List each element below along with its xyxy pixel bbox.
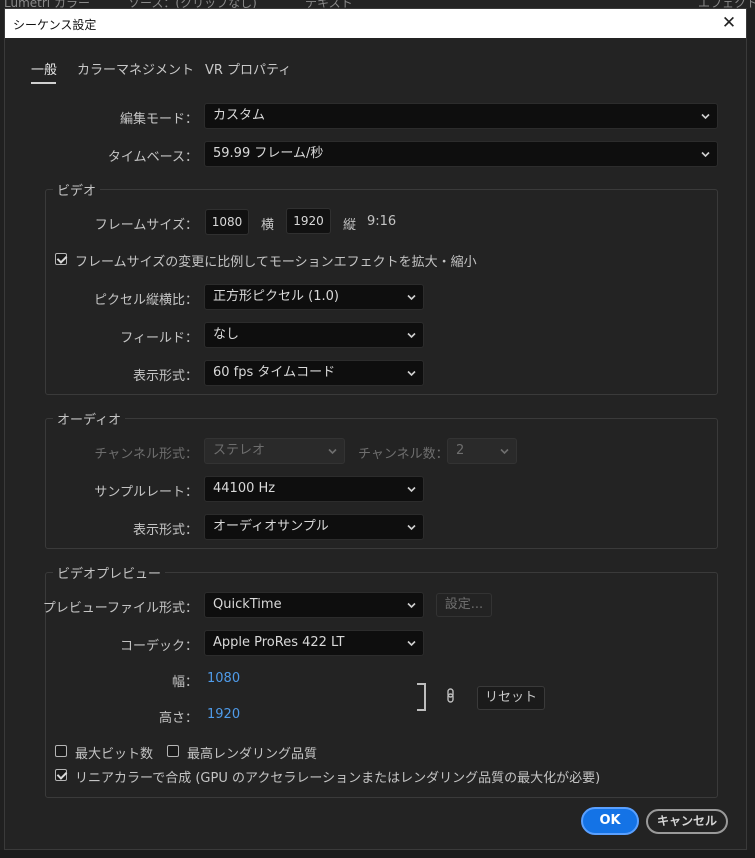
audio-display-format-value: オーディオサンプル	[213, 519, 329, 534]
chevron-down-icon	[407, 601, 416, 610]
tab-color-management[interactable]: カラーマネジメント	[77, 59, 194, 78]
sample-rate-value: 44100 Hz	[213, 481, 276, 496]
linear-color-label[interactable]: リニアカラーで合成 (GPU のアクセラレーションまたはレンダリング品質の最大化…	[75, 767, 600, 786]
max-bit-depth-checkbox[interactable]	[55, 745, 67, 757]
pixel-aspect-value: 正方形ピクセル (1.0)	[213, 289, 339, 304]
reset-button[interactable]: リセット	[477, 686, 545, 710]
video-preview-group-title: ビデオプレビュー	[53, 563, 166, 582]
ok-button[interactable]: OK	[581, 807, 639, 835]
frame-size-label: フレームサイズ：	[94, 218, 198, 233]
channel-count-value: 2	[456, 443, 465, 458]
chevron-down-icon	[407, 293, 416, 302]
chevron-down-icon	[701, 150, 710, 159]
pixel-aspect-select[interactable]: 正方形ピクセル (1.0)	[204, 284, 424, 310]
background-right-panel	[747, 10, 755, 858]
preview-height-label: 高さ：	[158, 711, 198, 726]
vertical-label: 縦	[343, 218, 357, 233]
frame-height-field[interactable]: 1920	[286, 208, 331, 234]
edit-mode-label: 編集モード：	[119, 112, 198, 127]
timebase-value: 59.99 フレーム/秒	[213, 146, 324, 161]
channel-format-label: チャンネル形式：	[94, 447, 198, 462]
background-bottom-edge	[0, 850, 755, 858]
video-display-format-select[interactable]: 60 fps タイムコード	[204, 360, 424, 386]
link-bracket	[417, 683, 426, 711]
max-render-quality-label[interactable]: 最高レンダリング品質	[187, 743, 317, 762]
codec-select[interactable]: Apple ProRes 422 LT	[204, 630, 424, 656]
sample-rate-select[interactable]: 44100 Hz	[204, 476, 424, 502]
edit-mode-value: カスタム	[213, 108, 266, 123]
preview-width-label: 幅：	[171, 675, 198, 690]
sample-rate-label: サンプルレート：	[94, 485, 198, 500]
scale-motion-label[interactable]: フレームサイズの変更に比例してモーションエフェクトを拡大・縮小	[75, 251, 477, 270]
link-icon[interactable]	[445, 687, 457, 705]
tab-general[interactable]: 一般	[31, 59, 57, 78]
dialog-title: シーケンス設定	[13, 18, 97, 32]
horizontal-label: 横	[261, 218, 275, 233]
preview-width-value[interactable]: 1080	[207, 671, 240, 686]
channel-format-select: ステレオ	[204, 438, 345, 464]
chevron-down-icon	[407, 369, 416, 378]
channel-count-select: 2	[447, 438, 517, 464]
fields-select[interactable]: なし	[204, 322, 424, 348]
video-group-title: ビデオ	[53, 180, 101, 199]
aspect-ratio-text: 9:16	[367, 214, 397, 229]
channel-count-label: チャンネル数：	[358, 447, 449, 462]
active-tab-indicator	[31, 82, 56, 84]
fields-label: フィールド：	[120, 331, 198, 346]
close-icon[interactable]: ✕	[718, 12, 740, 34]
preview-settings-button: 設定...	[436, 593, 492, 617]
chevron-down-icon	[407, 485, 416, 494]
audio-display-format-label: 表示形式：	[132, 523, 198, 538]
max-bit-depth-label[interactable]: 最大ビット数	[75, 743, 153, 762]
timebase-label: タイムベース：	[107, 150, 198, 165]
max-render-quality-checkbox[interactable]	[167, 745, 179, 757]
scale-motion-checkbox[interactable]	[55, 253, 67, 265]
sequence-settings-dialog: シーケンス設定 ✕ 一般 カラーマネジメント VR プロパティ 編集モード： カ…	[4, 8, 747, 850]
chevron-down-icon	[407, 331, 416, 340]
video-display-format-label: 表示形式：	[132, 369, 198, 384]
pixel-aspect-label: ピクセル縦横比：	[93, 293, 198, 308]
preview-file-format-select[interactable]: QuickTime	[204, 592, 424, 618]
tab-vr-properties[interactable]: VR プロパティ	[205, 59, 291, 78]
channel-format-value: ステレオ	[213, 443, 266, 458]
audio-display-format-select[interactable]: オーディオサンプル	[204, 514, 424, 540]
codec-value: Apple ProRes 422 LT	[213, 635, 345, 650]
preview-file-format-value: QuickTime	[213, 597, 282, 612]
chevron-down-icon	[500, 447, 509, 456]
audio-group-title: オーディオ	[53, 409, 126, 428]
chevron-down-icon	[328, 447, 337, 456]
chevron-down-icon	[701, 112, 710, 121]
frame-width-field[interactable]: 1080	[205, 209, 249, 235]
timebase-select[interactable]: 59.99 フレーム/秒	[204, 141, 718, 167]
codec-label: コーデック：	[119, 639, 198, 654]
chevron-down-icon	[407, 523, 416, 532]
chevron-down-icon	[407, 639, 416, 648]
dialog-titlebar[interactable]: シーケンス設定 ✕	[5, 9, 746, 38]
fields-value: なし	[213, 327, 240, 342]
cancel-button[interactable]: キャンセル	[646, 809, 728, 834]
linear-color-checkbox[interactable]	[55, 769, 67, 781]
preview-file-format-label: プレビューファイル形式：	[42, 601, 198, 616]
video-display-format-value: 60 fps タイムコード	[213, 365, 336, 380]
edit-mode-select[interactable]: カスタム	[204, 103, 718, 129]
preview-height-value[interactable]: 1920	[207, 707, 240, 722]
